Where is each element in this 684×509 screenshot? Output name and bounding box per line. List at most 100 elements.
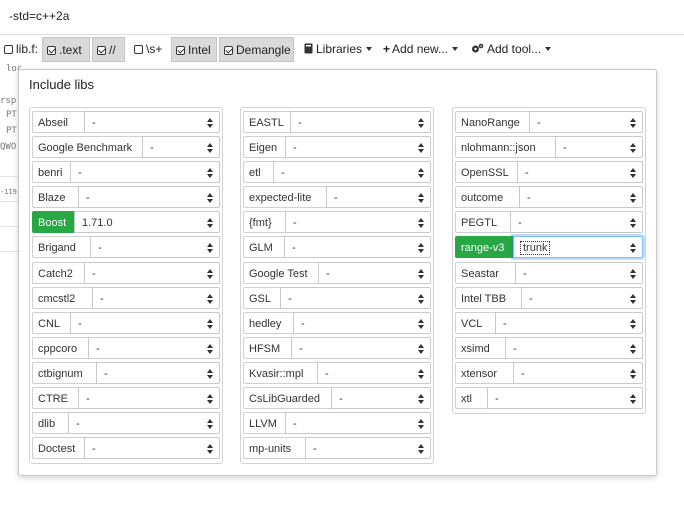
library-row-cslibguarded: CsLibGuarded - — [243, 386, 431, 411]
selected-version: - — [293, 217, 297, 230]
code-fragment: rsp — [0, 96, 17, 106]
selected-version: - — [86, 192, 90, 205]
selected-version: - — [92, 117, 96, 129]
library-column: Abseil - Google Benchmark - benri - Blaze - Boos… — [29, 107, 223, 465]
selected-version: - — [299, 342, 303, 355]
demangle-toggle[interactable]: Demangle — [219, 37, 294, 62]
library-version-select[interactable]: - — [273, 161, 431, 184]
library-row-blaze: Blaze - — [32, 185, 220, 210]
library-version-select[interactable]: - — [487, 387, 643, 410]
library-row-hedley: hedley - — [243, 311, 431, 336]
library-version-select[interactable]: - — [519, 186, 643, 209]
library-version-select[interactable]: - — [555, 136, 643, 159]
checkbox-icon — [4, 45, 13, 54]
library-version-select[interactable]: - — [505, 336, 643, 359]
library-version-select[interactable]: - — [305, 437, 431, 460]
library-version-select[interactable]: - — [284, 236, 431, 259]
library-version-select[interactable]: - — [291, 336, 431, 359]
library-version-select[interactable]: - — [510, 211, 643, 234]
select-arrows-icon — [418, 268, 424, 279]
library-version-select[interactable]: - — [331, 387, 431, 410]
library-name: Google Benchmark — [32, 136, 142, 159]
library-row-kvasir-mpl: Kvasir::mpl - — [243, 361, 431, 386]
library-row-outcome: outcome - — [455, 185, 643, 210]
library-version-select[interactable]: - — [285, 412, 431, 435]
select-arrows-icon — [207, 368, 213, 379]
library-column: EASTL - Eigen - etl - expected-lite - {fmt} - GLM -… — [240, 107, 434, 465]
library-row-cppcoro: cppcoro - — [32, 336, 220, 361]
selected-version: trunk — [519, 241, 551, 256]
library-row-pegtl: PEGTL - — [455, 210, 643, 235]
library-name: Doctest — [32, 437, 84, 460]
library-version-select[interactable]: - — [92, 286, 220, 309]
library-version-select[interactable]: - — [495, 311, 643, 334]
select-arrows-icon — [207, 444, 213, 455]
library-version-select[interactable]: - — [293, 311, 431, 334]
library-row-ctbignum: ctbignum - — [32, 361, 220, 386]
library-version-select[interactable]: - — [88, 336, 220, 359]
selected-version: - — [281, 167, 285, 180]
selected-version: - — [518, 217, 522, 230]
selected-version: - — [292, 242, 296, 255]
intel-syntax-toggle[interactable]: Intel — [171, 37, 217, 62]
library-row-dlib: dlib - — [32, 411, 220, 436]
library-version-select[interactable]: - — [90, 236, 220, 259]
library-version-select[interactable]: - — [318, 261, 431, 284]
selected-version: - — [523, 267, 527, 280]
library-version-select[interactable]: - — [68, 412, 220, 435]
library-version-select[interactable]: - — [96, 361, 220, 384]
library-version-select[interactable]: - — [317, 361, 431, 384]
library-version-select[interactable]: - — [78, 186, 220, 209]
selected-version: - — [537, 117, 541, 129]
selected-version: - — [293, 418, 297, 431]
library-name: outcome — [455, 186, 519, 209]
library-version-select[interactable]: - — [517, 161, 643, 184]
compiler-options-field[interactable]: -std=c++2a — [0, 0, 684, 35]
libraries-dropdown-button[interactable]: Libraries — [300, 37, 376, 62]
select-arrows-icon — [630, 118, 636, 128]
filter-library-functions-toggle[interactable]: lib.f: — [0, 37, 42, 62]
library-name: GLM — [243, 236, 284, 259]
library-version-select[interactable]: - — [142, 136, 220, 159]
filter-comments-toggle[interactable]: // — [92, 37, 125, 62]
library-version-select[interactable]: - — [280, 286, 431, 309]
library-version-select[interactable]: - — [290, 111, 431, 133]
library-version-select[interactable]: - — [84, 437, 220, 460]
library-version-select[interactable]: - — [326, 186, 431, 209]
library-version-select[interactable]: - — [515, 261, 643, 284]
filter-text-toggle[interactable]: .text — [42, 37, 90, 62]
select-arrows-icon — [207, 318, 213, 329]
selected-version: - — [339, 393, 343, 406]
library-name: GSL — [243, 286, 280, 309]
library-version-select[interactable]: - — [84, 261, 220, 284]
library-version-select[interactable]: - — [84, 111, 220, 133]
library-name: Intel TBB — [455, 286, 521, 309]
library-version-select[interactable]: - — [70, 161, 220, 184]
select-arrows-icon — [418, 143, 424, 154]
selected-version: - — [325, 367, 329, 380]
library-name: CsLibGuarded — [243, 387, 331, 410]
library-version-select[interactable]: - — [521, 286, 643, 309]
checkbox-checked-icon — [224, 46, 233, 55]
library-version-select[interactable]: - — [529, 111, 643, 133]
select-arrows-icon — [630, 268, 636, 279]
library-name: expected-lite — [243, 186, 326, 209]
library-version-select[interactable]: - — [78, 387, 220, 410]
library-name: Kvasir::mpl — [243, 361, 317, 384]
library-name: Google Test — [243, 261, 318, 284]
selected-version: - — [96, 342, 100, 355]
filter-whitespace-toggle[interactable]: \s+ — [130, 37, 166, 62]
add-new-dropdown-button[interactable]: + Add new... — [379, 37, 462, 62]
library-row-fmt: {fmt} - — [243, 210, 431, 235]
select-arrows-icon — [418, 243, 424, 254]
selected-version: - — [503, 317, 507, 330]
selected-version: - — [98, 242, 102, 255]
add-tool-dropdown-button[interactable]: Add tool... — [467, 37, 555, 62]
library-version-select[interactable]: - — [285, 211, 431, 234]
library-version-select[interactable]: trunk — [513, 236, 643, 259]
library-version-select[interactable]: - — [513, 361, 643, 384]
library-version-select[interactable]: 1.71.0 — [74, 211, 220, 234]
select-arrows-icon — [630, 143, 636, 154]
library-version-select[interactable]: - — [70, 311, 220, 334]
library-version-select[interactable]: - — [285, 136, 431, 159]
